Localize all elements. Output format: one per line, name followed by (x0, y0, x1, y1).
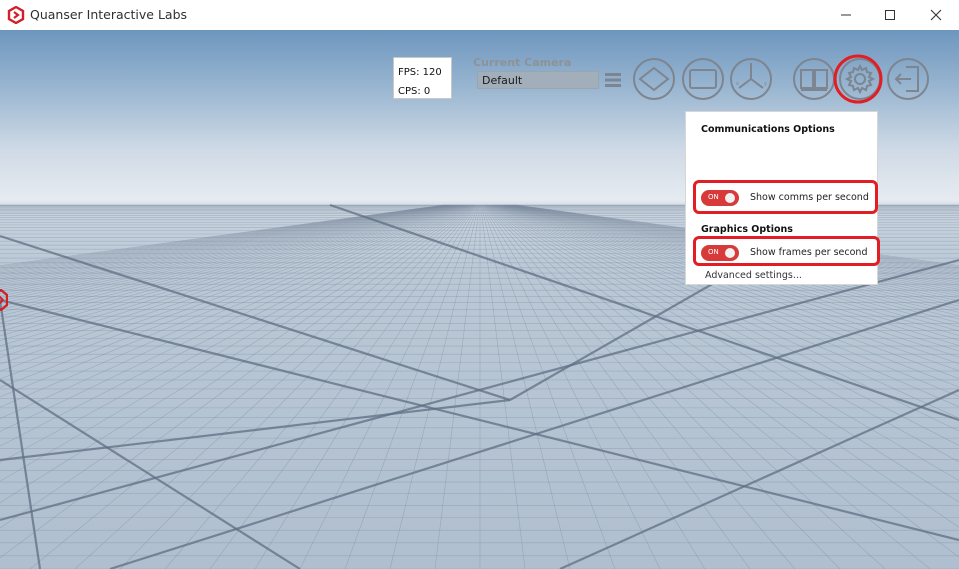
grid-line (344, 204, 479, 569)
fps-readout: FPS: 120 (398, 67, 442, 78)
camera-menu-icon[interactable] (604, 71, 622, 89)
grid-line (0, 258, 959, 522)
communications-options-title: Communications Options (701, 124, 835, 135)
minimize-icon (841, 14, 851, 16)
graphics-options-title: Graphics Options (701, 224, 793, 235)
grid-line (0, 299, 42, 569)
grid-line (482, 204, 661, 569)
screen-view-button[interactable] (681, 57, 725, 101)
svg-text:x: x (736, 81, 739, 87)
camera-label: Current Camera (473, 56, 572, 69)
grid-line (482, 204, 706, 569)
book-icon (800, 69, 828, 91)
axes-view-icon (738, 63, 764, 89)
stats-overlay: FPS: 120 CPS: 0 (393, 57, 452, 99)
book-button[interactable] (792, 57, 836, 101)
scene-marker-icon (0, 289, 8, 311)
plane-view-button[interactable] (632, 57, 676, 101)
screen-view-icon (689, 69, 717, 89)
advanced-settings-link[interactable]: Advanced settings... (705, 270, 802, 281)
window-titlebar: Quanser Interactive Labs (0, 0, 959, 30)
maximize-button[interactable] (867, 0, 913, 30)
grid-line (481, 204, 616, 569)
grid-line (74, 204, 475, 569)
exit-icon (894, 66, 919, 92)
grid-line (299, 204, 478, 569)
close-icon (930, 9, 942, 21)
grid-line (0, 298, 959, 542)
fps-annotation-box (693, 236, 880, 266)
quanser-logo-icon (7, 6, 25, 24)
close-button[interactable] (913, 0, 959, 30)
maximize-icon (885, 10, 895, 20)
grid-line (0, 204, 457, 302)
grid-line (389, 204, 480, 569)
cps-readout: CPS: 0 (398, 86, 431, 97)
grid-line (254, 204, 478, 569)
plane-view-icon (638, 66, 670, 92)
grid-line (0, 204, 457, 299)
svg-text:y: y (764, 81, 767, 87)
camera-select[interactable]: Default (477, 71, 599, 89)
axes-view-button[interactable]: x y (729, 57, 773, 101)
grid-line (559, 388, 959, 569)
settings-annotation-circle (833, 54, 883, 104)
exit-button[interactable] (886, 57, 930, 101)
window-title: Quanser Interactive Labs (30, 7, 188, 22)
comms-annotation-box (693, 180, 878, 214)
minimize-button[interactable] (823, 0, 869, 30)
grid-line (0, 204, 456, 297)
